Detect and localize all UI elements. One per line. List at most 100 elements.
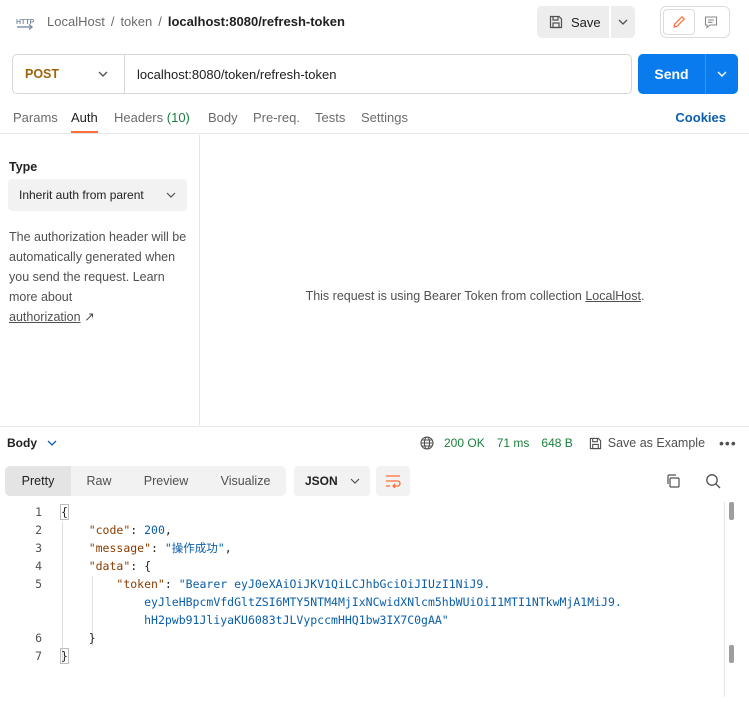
bearer-token-message: This request is using Bearer Token from … xyxy=(201,289,749,303)
response-section-select[interactable]: Body xyxy=(7,436,57,450)
tab-preview[interactable]: Preview xyxy=(127,466,205,496)
breadcrumb-folder[interactable]: token xyxy=(120,14,152,29)
json-punctuation xyxy=(61,541,89,555)
json-key: "data" xyxy=(88,559,131,573)
url-input[interactable] xyxy=(125,66,631,82)
response-toolbar: Pretty Raw Preview Visualize JSON xyxy=(5,466,745,496)
json-key: "token" xyxy=(116,577,165,591)
breadcrumb-separator: / xyxy=(110,14,115,29)
line-number: 4 xyxy=(35,559,42,573)
tab-tests[interactable]: Tests xyxy=(315,110,345,125)
method-select[interactable]: POST xyxy=(13,55,125,93)
floppy-disk-icon xyxy=(589,437,601,449)
json-string: eyJleHBpcmVfdGltZSI6MTY5NTM4MjIxNCwidXNl… xyxy=(144,595,622,609)
tab-raw[interactable]: Raw xyxy=(71,466,127,496)
bearer-message-period: . xyxy=(640,289,645,303)
authorization-docs-link[interactable]: authorization xyxy=(9,310,81,324)
http-request-icon: HTTP xyxy=(16,19,35,31)
json-punctuation xyxy=(61,559,89,573)
response-time[interactable]: 71 ms xyxy=(497,436,530,450)
globe-icon[interactable] xyxy=(420,436,434,450)
editor-scrollbar-thumb[interactable] xyxy=(729,502,734,520)
code-text: "code": 200, xyxy=(61,521,172,539)
auth-type-label: Type xyxy=(9,160,38,174)
json-punctuation xyxy=(61,613,144,627)
line-number: 3 xyxy=(35,541,42,555)
wrap-lines-button[interactable] xyxy=(376,466,410,496)
external-link-icon: ↗ xyxy=(84,310,95,324)
json-string: "Bearer eyJ0eXAiOiJKV1QiLCJhbGciOiJIUzI1… xyxy=(178,577,491,591)
send-button-group: Send xyxy=(638,54,738,94)
status-code[interactable]: 200 OK xyxy=(444,436,485,450)
editor-mode-toggle xyxy=(660,6,730,38)
url-bar: POST xyxy=(12,54,632,94)
tab-headers[interactable]: Headers (10) xyxy=(114,110,190,125)
bearer-message-text: This request is using Bearer Token from … xyxy=(305,289,582,303)
method-label: POST xyxy=(25,67,60,81)
chevron-down-icon xyxy=(618,19,628,25)
tab-pretty[interactable]: Pretty xyxy=(5,466,71,496)
editor-scrollbar-marker xyxy=(729,645,734,663)
auth-help-text: The authorization header will be automat… xyxy=(9,227,189,327)
send-options-button[interactable] xyxy=(705,54,738,94)
json-punctuation: } xyxy=(60,648,69,664)
cookies-link[interactable]: Cookies xyxy=(675,110,726,125)
save-button[interactable]: Save xyxy=(537,6,609,38)
response-body-editor[interactable]: 1 {2 "code": 200, 3 "message": "操作成功", 4 "d… xyxy=(0,502,722,702)
search-icon[interactable] xyxy=(705,473,721,489)
line-number: 6 xyxy=(35,631,42,645)
breadcrumb-separator: / xyxy=(158,14,162,29)
json-key: "message" xyxy=(88,541,152,555)
save-options-button[interactable] xyxy=(611,6,635,38)
comment-icon xyxy=(704,16,718,29)
editor-scrollbar-track xyxy=(724,502,725,697)
code-text: hH2pwb91JliyaKU6083tJLVypccmHHQ1bw3IX7C0… xyxy=(61,611,449,629)
copy-icon[interactable] xyxy=(665,473,681,489)
pencil-icon xyxy=(673,15,686,28)
code-text: "data": { xyxy=(61,557,151,575)
headers-count-badge: (10) xyxy=(166,110,190,125)
wrap-lines-icon xyxy=(386,475,401,488)
edit-mode-button[interactable] xyxy=(663,9,695,35)
json-punctuation: , xyxy=(224,541,232,555)
json-key: "code" xyxy=(88,523,131,537)
auth-help-description: The authorization header will be automat… xyxy=(9,230,187,304)
line-number: 7 xyxy=(35,649,42,663)
auth-type-value: Inherit auth from parent xyxy=(19,188,144,202)
response-header: Body 200 OK 71 ms 648 B Save as Example … xyxy=(0,426,749,458)
json-punctuation: : xyxy=(164,577,179,591)
svg-text:HTTP: HTTP xyxy=(16,19,35,26)
code-text: "token": "Bearer eyJ0eXAiOiJKV1QiLCJhbGc… xyxy=(61,575,490,593)
code-text: "message": "操作成功", xyxy=(61,539,232,557)
breadcrumb-request[interactable]: localhost:8080/refresh-token xyxy=(168,14,345,29)
save-group: Save xyxy=(537,6,635,38)
response-view-tabs: Pretty Raw Preview Visualize xyxy=(5,466,286,496)
auth-type-select[interactable]: Inherit auth from parent xyxy=(8,179,187,211)
code-text: { xyxy=(60,503,69,521)
request-tabs: Params Auth Headers (10) Body Pre-req. T… xyxy=(0,104,749,134)
tab-settings[interactable]: Settings xyxy=(361,110,408,125)
line-number: 2 xyxy=(35,523,42,537)
tab-body[interactable]: Body xyxy=(208,110,238,125)
breadcrumb: LocalHost / token / localhost:8080/refresh-t… xyxy=(47,14,345,29)
code-text: } xyxy=(60,647,69,665)
chevron-down-icon xyxy=(717,71,727,77)
collection-link[interactable]: LocalHost xyxy=(585,289,641,303)
breadcrumb-collection[interactable]: LocalHost xyxy=(47,14,105,29)
tab-prereq[interactable]: Pre-req. xyxy=(253,110,300,125)
line-number: 1 xyxy=(35,505,42,519)
more-options-button[interactable]: ••• xyxy=(719,435,737,451)
send-button[interactable]: Send xyxy=(638,54,705,94)
tab-visualize[interactable]: Visualize xyxy=(205,466,286,496)
json-punctuation: } xyxy=(61,631,96,645)
auth-type-panel: Type Inherit auth from parent The author… xyxy=(0,135,200,425)
save-as-example-button[interactable]: Save as Example xyxy=(589,436,705,450)
comments-button[interactable] xyxy=(695,9,727,35)
json-punctuation xyxy=(61,577,116,591)
auth-details-panel: This request is using Bearer Token from … xyxy=(201,135,749,425)
tab-params[interactable]: Params xyxy=(13,110,58,125)
response-size[interactable]: 648 B xyxy=(541,436,572,450)
format-select[interactable]: JSON xyxy=(294,466,370,496)
tab-auth[interactable]: Auth xyxy=(71,110,98,125)
save-label: Save xyxy=(571,14,601,30)
